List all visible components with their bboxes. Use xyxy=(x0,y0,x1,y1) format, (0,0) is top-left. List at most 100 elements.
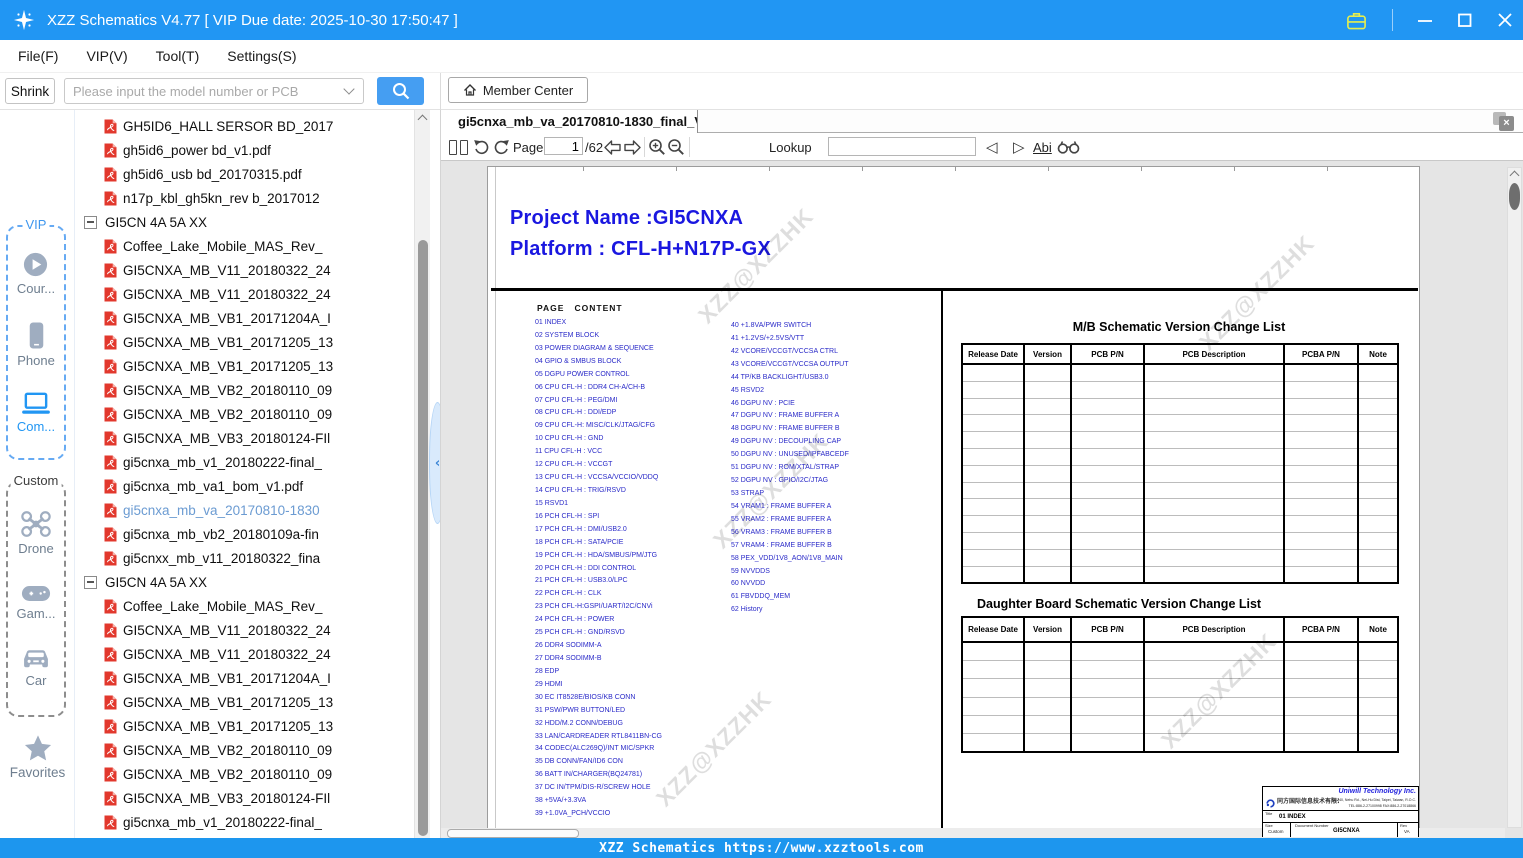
sidebar-item-favorites[interactable]: Favorites xyxy=(0,734,75,780)
forward-arrow-icon[interactable] xyxy=(624,133,641,161)
model-search-input[interactable] xyxy=(65,82,341,100)
sidebar-item-computer[interactable]: Com... xyxy=(17,392,55,434)
content-list-entry: 28 EDP xyxy=(535,667,560,675)
briefcase-icon[interactable] xyxy=(1345,10,1368,31)
scroll-up-icon[interactable] xyxy=(417,114,428,125)
tree-file-item[interactable]: GH5ID6_HALL SERSOR BD_2017 xyxy=(75,114,414,138)
content-list-entry: 07 CPU CFL-H : PEG/DMI xyxy=(535,396,618,404)
shrink-button[interactable]: Shrink xyxy=(5,78,55,104)
content-list-entry: 10 CPU CFL-H : GND xyxy=(535,435,604,443)
tree-file-item[interactable]: GI5CNXA_MB_V11_20180322_24 xyxy=(75,258,414,282)
next-match-icon[interactable]: ▷ xyxy=(1013,133,1025,161)
pdf-file-icon xyxy=(104,359,117,374)
tree-group-node[interactable]: GI5CN 4A 5A XX xyxy=(75,570,414,594)
tree-file-item[interactable]: gh5id6_usb bd_20170315.pdf xyxy=(75,162,414,186)
pdf-file-icon xyxy=(104,359,117,373)
tree-item-label: GI5CNXA_MB_VB3_20180124-FIl xyxy=(123,430,331,446)
rotate-right-icon[interactable] xyxy=(493,133,510,161)
pdf-vertical-scrollbar[interactable] xyxy=(1507,167,1522,828)
page-number-input[interactable] xyxy=(544,137,583,155)
tree-file-item[interactable]: GI5CNXA_MB_VB2_20180110_09 xyxy=(75,762,414,786)
tree-file-item[interactable]: gi5cnxa_mb_va_20170810-1830 xyxy=(75,498,414,522)
sheet-border-tick xyxy=(1234,167,1235,171)
prev-match-icon[interactable]: ◁ xyxy=(986,133,998,161)
tree-file-item[interactable]: GI5CNXA_MB_VB3_20180124-FIl xyxy=(75,426,414,450)
zoom-out-icon[interactable] xyxy=(667,133,685,161)
pdf-file-icon xyxy=(104,479,117,493)
tree-file-item[interactable]: GI5CNXA_MB_V11_20180322_24 xyxy=(75,642,414,666)
sidebar-item-car[interactable]: Car xyxy=(21,648,51,688)
member-center-button[interactable]: Member Center xyxy=(448,77,588,103)
custom-group-box: Custom Drone Gam... Car xyxy=(6,473,66,717)
zoom-in-icon[interactable] xyxy=(648,133,666,161)
tree-file-item[interactable]: GI5CNXA_MB_VB1_20171205_13 xyxy=(75,354,414,378)
pdf-viewport[interactable]: Project Name :GI5CNXA Platform : CFL-H+N… xyxy=(441,161,1523,838)
pdf-file-icon xyxy=(104,767,117,782)
home-icon xyxy=(463,84,476,96)
tree-file-item[interactable]: GI5CNXA_MB_VB1_20171205_13 xyxy=(75,714,414,738)
table-empty-row xyxy=(961,531,1399,550)
document-tab[interactable]: gi5cnxa_mb_va_20170810-1830_final_V1.p..… xyxy=(441,110,698,133)
model-search-box[interactable] xyxy=(64,78,364,104)
search-button[interactable] xyxy=(377,77,424,105)
scroll-up-icon[interactable] xyxy=(1509,170,1520,181)
company-address-2: TEL:886-2-27100998 FAX:886-2-27018866 xyxy=(1348,803,1416,808)
lookup-input[interactable] xyxy=(828,137,976,156)
sidebar-item-game[interactable]: Gam... xyxy=(16,584,56,621)
sheet-border-tick xyxy=(955,167,956,171)
chevron-down-icon[interactable] xyxy=(343,83,355,95)
collapse-minus-icon[interactable] xyxy=(84,575,97,589)
tree-file-item[interactable]: gh5id6_power bd_v1.pdf xyxy=(75,138,414,162)
tree-file-item[interactable]: n17p_kbl_gh5kn_rev b_2017012 xyxy=(75,186,414,210)
maximize-icon[interactable] xyxy=(1457,12,1473,28)
tree-file-item[interactable]: GI5CNXA_MB_VB3_20180124-FIl xyxy=(75,786,414,810)
pdf-file-icon xyxy=(104,503,117,517)
tree-file-item[interactable]: GI5CNXA_MB_VB1_20171204A_I xyxy=(75,666,414,690)
collapse-minus-icon[interactable] xyxy=(84,215,97,229)
tree-file-item[interactable]: GI5CNXA_MB_VB2_20180110_09 xyxy=(75,738,414,762)
content-list-entry: 43 VCORE/VCCGT/VCCSA OUTPUT xyxy=(731,360,849,368)
tree-file-item[interactable]: GI5CNXA_MB_VB2_20180110_09 xyxy=(75,378,414,402)
menu-item-file[interactable]: File(F) xyxy=(4,40,72,73)
close-icon[interactable] xyxy=(1497,12,1513,28)
tree-file-item[interactable]: GI5CNXA_MB_VB1_20171205_13 xyxy=(75,690,414,714)
toolbar-separator xyxy=(440,73,441,110)
menu-item-vip[interactable]: VIP(V) xyxy=(72,40,141,73)
tree-file-item[interactable]: GI5CNXA_MB_VB1_20171204A_I xyxy=(75,306,414,330)
tree-file-item[interactable]: Coffee_Lake_Mobile_MAS_Rev_ xyxy=(75,594,414,618)
tree-file-item[interactable]: GI5CNXA_MB_VB2_20180110_09 xyxy=(75,402,414,426)
table-empty-row xyxy=(961,515,1399,533)
sidebar-item-phone[interactable]: Phone xyxy=(17,321,55,368)
menu-item-settings[interactable]: Settings(S) xyxy=(213,40,310,73)
sidebar-item-drone[interactable]: Drone xyxy=(18,510,54,556)
table-column-header: Release Date xyxy=(961,343,1025,365)
two-page-view-icon[interactable] xyxy=(449,133,468,161)
tree-file-item[interactable]: GI5CNXA_MB_V11_20180322_24 xyxy=(75,618,414,642)
tree-item-label: GI5CNXA_MB_VB2_20180110_09 xyxy=(123,382,333,398)
tree-group-node[interactable]: GI5CN 4A 5A XX xyxy=(75,210,414,234)
pdf-hscrollbar-thumb[interactable] xyxy=(447,829,579,838)
tree-scrollbar-thumb[interactable] xyxy=(418,240,428,836)
tree-file-item[interactable]: gi5cnxx_mb_v11_20180322_fina xyxy=(75,546,414,570)
rotate-left-icon[interactable] xyxy=(473,133,490,161)
sidebar-item-course[interactable]: Cour... xyxy=(17,251,55,296)
tree-scrollbar[interactable] xyxy=(414,110,430,838)
tree-file-item[interactable]: Coffee_Lake_Mobile_MAS_Rev_ xyxy=(75,234,414,258)
tree-file-item[interactable]: gi5cnxa_mb_v1_20180222-final_ xyxy=(75,810,414,834)
pdf-scrollbar-thumb[interactable] xyxy=(1509,183,1520,210)
table-empty-row xyxy=(961,431,1399,449)
binoculars-icon[interactable] xyxy=(1057,133,1080,161)
tree-file-item[interactable]: GI5CNXA_MB_V11_20180322_24 xyxy=(75,282,414,306)
minimize-icon[interactable] xyxy=(1417,12,1433,28)
tree-file-item[interactable]: gi5cnxa_mb_vb2_20180109a-fin xyxy=(75,522,414,546)
back-arrow-icon[interactable] xyxy=(604,133,621,161)
tree-file-item[interactable]: GI5CNXA_MB_VB1_20171205_13 xyxy=(75,330,414,354)
menu-item-tool[interactable]: Tool(T) xyxy=(142,40,214,73)
tree-file-item[interactable]: gi5cnxa_mb_v1_20180222-final_ xyxy=(75,450,414,474)
close-all-tabs-icon[interactable]: × xyxy=(1493,112,1514,131)
tree-file-item[interactable]: gi5cnxa_mb_va1_bom_v1.pdf xyxy=(75,474,414,498)
match-case-abi-button[interactable]: Abi xyxy=(1033,133,1052,161)
tree-item-label: GI5CNXA_MB_VB1_20171205_13 xyxy=(123,334,334,350)
titlebar-separator xyxy=(1392,9,1393,31)
tree-item-label: GI5CNXA_MB_V11_20180322_24 xyxy=(123,646,331,662)
